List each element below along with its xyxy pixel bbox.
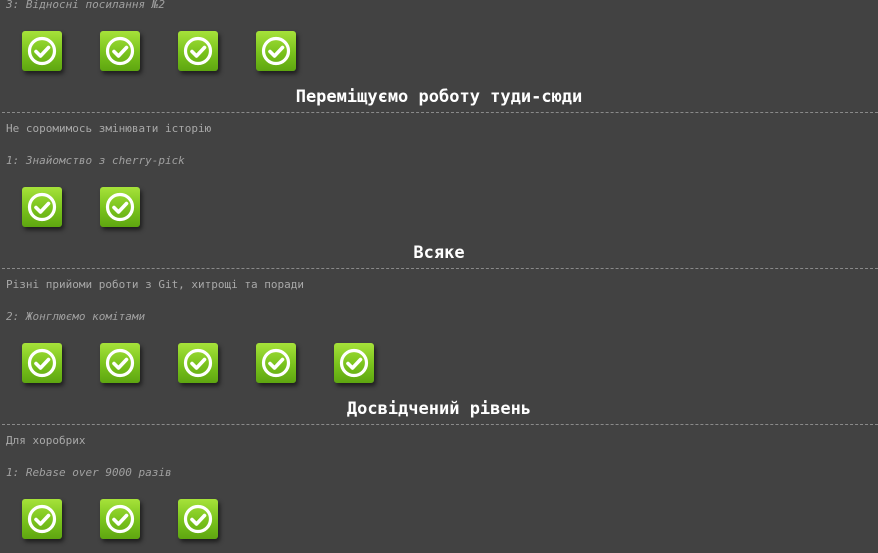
level-button[interactable] (100, 343, 140, 383)
level-button[interactable] (334, 343, 374, 383)
level-buttons-row (22, 187, 140, 229)
check-circle-icon (26, 347, 58, 379)
level-label-cherry-pick: 1: Знайомство з cherry-pick (6, 154, 185, 167)
check-circle-icon (182, 347, 214, 379)
section-divider (2, 424, 878, 425)
level-button[interactable] (100, 31, 140, 71)
check-circle-icon (26, 191, 58, 223)
section-description: Не соромимось змінювати історію (6, 122, 212, 135)
section-description: Для хоробрих (6, 434, 86, 447)
check-circle-icon (182, 35, 214, 67)
check-circle-icon (26, 35, 58, 67)
section-divider (2, 268, 878, 269)
level-button[interactable] (22, 187, 62, 227)
level-button[interactable] (100, 187, 140, 227)
level-button[interactable] (178, 343, 218, 383)
section-description: Різні прийоми роботи з Git, хитрощі та п… (6, 278, 305, 291)
level-button[interactable] (22, 343, 62, 383)
check-circle-icon (104, 191, 136, 223)
section-title-misc: Всяке (413, 243, 465, 263)
level-button[interactable] (256, 343, 296, 383)
level-button[interactable] (178, 499, 218, 539)
level-button[interactable] (178, 31, 218, 71)
level-button[interactable] (22, 31, 62, 71)
check-circle-icon (104, 347, 136, 379)
level-label-relative-refs: 3: Відносні посилання №2 (6, 0, 165, 11)
check-circle-icon (260, 35, 292, 67)
section-divider (2, 112, 878, 113)
section-title-moving-work: Переміщуємо роботу туди-сюди (295, 87, 583, 107)
check-circle-icon (260, 347, 292, 379)
level-label-rebase: 1: Rebase over 9000 разів (6, 466, 172, 479)
section-title-advanced: Досвідчений рівень (346, 399, 532, 419)
level-buttons-row (22, 499, 218, 541)
level-button[interactable] (256, 31, 296, 71)
level-buttons-row (22, 31, 296, 73)
check-circle-icon (26, 503, 58, 535)
level-button[interactable] (100, 499, 140, 539)
check-circle-icon (104, 35, 136, 67)
level-button[interactable] (22, 499, 62, 539)
check-circle-icon (104, 503, 136, 535)
level-buttons-row (22, 343, 374, 385)
check-circle-icon (182, 503, 214, 535)
level-label-juggling-commits: 2: Жонглюємо комітами (6, 310, 146, 323)
check-circle-icon (338, 347, 370, 379)
